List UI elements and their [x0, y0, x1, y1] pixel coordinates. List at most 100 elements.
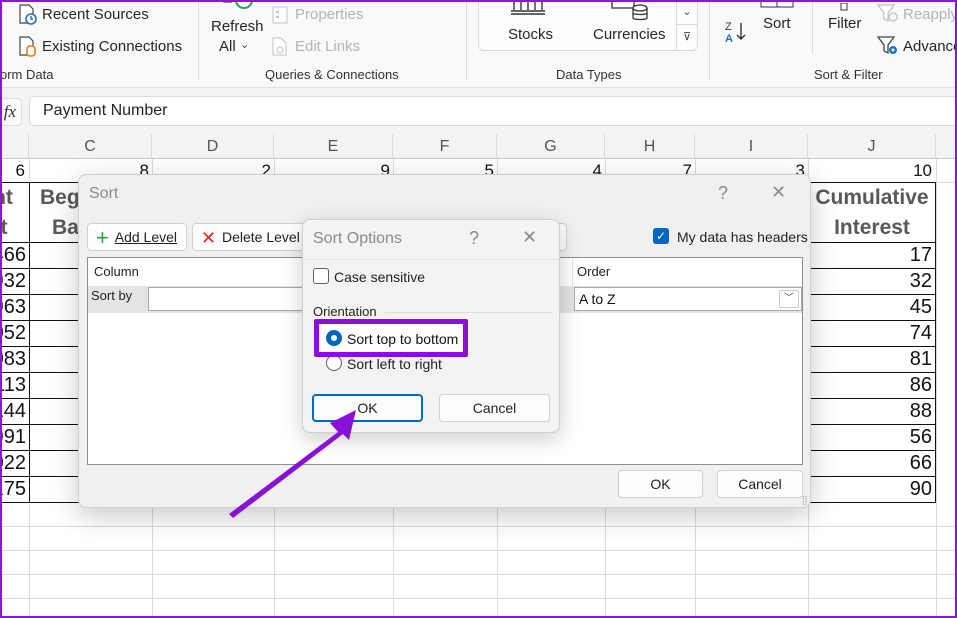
resize-grip-icon[interactable]: ⣿ — [801, 495, 808, 506]
column-header-f[interactable]: F — [393, 134, 497, 159]
column-header-d[interactable]: D — [152, 134, 274, 159]
sort-cancel-button[interactable]: Cancel — [717, 470, 803, 498]
add-level-button[interactable]: + Add Level — [87, 223, 187, 251]
table-cell[interactable]: 113 — [0, 374, 26, 397]
gallery-expand-button[interactable]: ⊽ — [677, 25, 697, 50]
table-cell[interactable]: 88 — [808, 400, 932, 423]
cell[interactable]: 6 — [0, 161, 25, 181]
table-cell[interactable]: 932 — [0, 270, 26, 293]
column-header-h[interactable]: H — [605, 134, 695, 159]
sort-ok-button[interactable]: OK — [618, 470, 703, 498]
close-icon[interactable]: ✕ — [522, 227, 537, 248]
reapply-button[interactable]: Reapply — [903, 6, 957, 23]
table-cell[interactable]: 052 — [0, 322, 26, 345]
sort-options-ok-button[interactable]: OK — [312, 394, 423, 422]
properties-icon — [272, 6, 288, 29]
column-header-k[interactable] — [936, 134, 957, 159]
table-cell[interactable]: 466 — [0, 244, 26, 267]
advanced-button[interactable]: Advanced — [903, 38, 957, 55]
help-icon[interactable]: ? — [469, 228, 479, 249]
delete-level-button[interactable]: ✕ Delete Level — [192, 223, 307, 251]
order-header-label: Order — [577, 264, 611, 279]
column-header-b[interactable] — [0, 134, 29, 159]
group-label-get-transform: orm Data — [0, 67, 54, 82]
filter-icon — [840, 0, 848, 16]
column-header-i[interactable]: I — [695, 134, 808, 159]
table-cell[interactable]: 56 — [808, 426, 932, 449]
table-cell[interactable]: 175 — [0, 478, 26, 501]
sort-top-to-bottom-radio[interactable] — [326, 330, 342, 346]
help-icon[interactable]: ? — [718, 183, 728, 204]
table-cell[interactable]: 32 — [808, 270, 932, 293]
plus-icon: + — [96, 225, 109, 250]
gridline — [0, 550, 957, 551]
table-cell[interactable]: 74 — [808, 322, 932, 345]
column-header-g[interactable]: G — [497, 134, 605, 159]
group-label-queries: Queries & Connections — [265, 67, 399, 82]
sort-dialog-icon — [760, 0, 794, 14]
properties-button[interactable]: Properties — [295, 6, 363, 23]
table-header-cell: t — [0, 216, 8, 239]
table-border — [808, 398, 936, 399]
insert-function-button[interactable]: fx — [0, 98, 22, 126]
table-border — [808, 372, 936, 373]
close-icon[interactable]: ✕ — [771, 182, 786, 203]
advanced-filter-icon — [876, 36, 899, 61]
table-cell[interactable]: 083 — [0, 348, 26, 371]
gallery-scroll-down-button[interactable]: ⌄ — [677, 0, 697, 25]
formula-input[interactable]: Payment Number — [29, 96, 957, 126]
headers-checkbox[interactable]: ✓ — [653, 228, 669, 244]
table-cell[interactable]: 144 — [0, 400, 26, 423]
table-cell[interactable]: 86 — [808, 374, 932, 397]
cell[interactable]: 10 — [808, 161, 932, 181]
table-border — [808, 346, 936, 347]
table-cell[interactable]: 17 — [808, 244, 932, 267]
table-cell[interactable]: 963 — [0, 296, 26, 319]
gallery-scroll: ⌄ ⊽ — [676, 0, 697, 51]
table-border — [808, 424, 936, 425]
divider — [385, 312, 553, 313]
column-header-j[interactable]: J — [808, 134, 936, 159]
filter-button[interactable]: Filter — [828, 15, 861, 32]
recent-sources-icon — [18, 4, 38, 31]
formula-bar: fx Payment Number — [0, 88, 957, 134]
table-border — [808, 320, 936, 321]
sort-options-cancel-button[interactable]: Cancel — [439, 394, 550, 422]
existing-connections-button[interactable]: Existing Connections — [42, 38, 182, 55]
sort-z-to-a-icon[interactable]: ZA — [724, 18, 750, 49]
table-cell[interactable]: 45 — [808, 296, 932, 319]
gridline — [0, 574, 957, 575]
order-select[interactable]: A to Z ﹀ — [574, 287, 802, 311]
table-cell[interactable]: 022 — [0, 452, 26, 475]
table-header-cell: Cumulative — [815, 186, 929, 209]
column-header-c[interactable]: C — [29, 134, 152, 159]
table-cell[interactable]: 991 — [0, 426, 26, 449]
refresh-all-button[interactable]: Refresh — [211, 18, 264, 35]
table-border — [808, 268, 936, 269]
sort-dialog-title: Sort — [89, 185, 119, 202]
divider — [303, 259, 559, 260]
stocks-button[interactable]: Stocks — [508, 26, 553, 43]
edit-links-button[interactable]: Edit Links — [295, 38, 360, 55]
sort-button[interactable]: Sort — [763, 15, 791, 32]
column-header-e[interactable]: E — [274, 134, 393, 159]
delete-level-label: Delete Level — [221, 229, 300, 245]
ribbon-separator — [198, 0, 199, 80]
case-sensitive-checkbox[interactable] — [313, 268, 329, 284]
chevron-down-icon[interactable]: ﹀ — [779, 290, 799, 308]
chevron-down-icon: ⌄ — [240, 39, 250, 51]
ribbon-separator — [812, 0, 813, 54]
delete-x-icon: ✕ — [201, 228, 217, 248]
sort-left-to-right-radio[interactable] — [326, 355, 342, 371]
add-level-label: Add Level — [114, 229, 178, 245]
edit-links-icon — [272, 37, 288, 61]
table-cell[interactable]: 66 — [808, 452, 932, 475]
table-cell[interactable]: 81 — [808, 348, 932, 371]
table-border — [29, 182, 30, 502]
currencies-button[interactable]: Currencies — [593, 26, 666, 43]
recent-sources-button[interactable]: Recent Sources — [42, 6, 149, 23]
table-border — [808, 502, 936, 503]
sort-by-select[interactable] — [148, 287, 308, 311]
table-cell[interactable]: 90 — [808, 478, 932, 501]
group-label-data-types: Data Types — [556, 67, 622, 82]
